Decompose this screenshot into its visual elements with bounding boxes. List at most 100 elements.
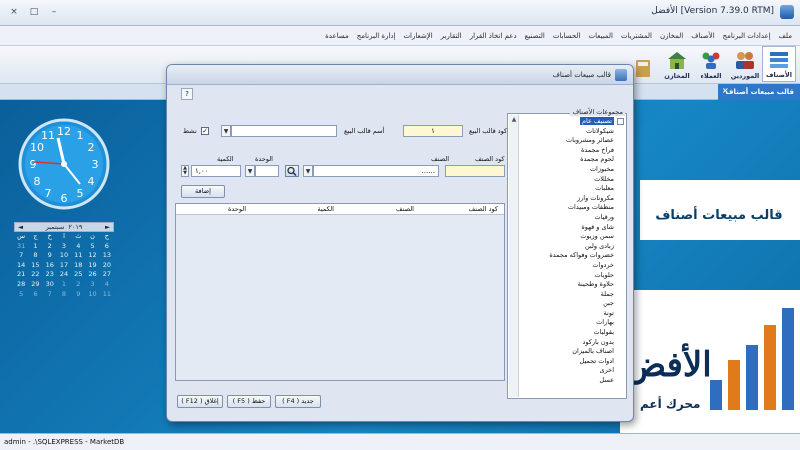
calendar-day[interactable]: 11 <box>100 290 114 300</box>
calendar-day[interactable]: 6 <box>28 290 42 300</box>
calendar-day[interactable]: 19 <box>85 261 99 271</box>
maximize-window-button[interactable]: □ <box>26 5 42 19</box>
calendar-prev-button[interactable]: ◄ <box>18 223 23 231</box>
calendar-day[interactable]: 13 <box>100 251 114 261</box>
calendar-day[interactable]: 9 <box>43 251 57 261</box>
tree-item[interactable]: جملة <box>520 290 624 300</box>
calendar-day[interactable]: 28 <box>14 280 28 290</box>
calendar-day[interactable]: 6 <box>100 242 114 252</box>
tree-item[interactable]: شيكولاتات <box>520 127 624 137</box>
item-groups-tree[interactable]: ▲ − تصنيف عام شيكولاتات عصائر ومشروبات فراخ … <box>507 113 627 399</box>
calendar-day[interactable]: 2 <box>71 280 85 290</box>
calendar-day[interactable]: 29 <box>28 280 42 290</box>
menu-item-7[interactable]: التصنيع <box>521 32 549 40</box>
calendar-day[interactable]: 1 <box>57 280 71 290</box>
unit-field[interactable] <box>255 165 279 177</box>
item-dropdown[interactable]: ▼ <box>303 165 313 177</box>
tree-item[interactable]: سمن وزيوت <box>520 232 624 242</box>
tree-item[interactable]: خردوات <box>520 261 624 271</box>
calendar-day[interactable]: 1 <box>28 242 42 252</box>
tree-item[interactable]: حلاوة وطحينة <box>520 280 624 290</box>
calendar-day[interactable]: 11 <box>71 251 85 261</box>
tree-item[interactable]: معلبات <box>520 184 624 194</box>
menu-item-9[interactable]: التقارير <box>437 32 466 40</box>
calendar-day[interactable]: 22 <box>28 270 42 280</box>
tree-item[interactable]: بهارات <box>520 318 624 328</box>
quantity-spinner[interactable]: ▲ ▼ <box>181 165 189 177</box>
ribbon-stores-button[interactable]: المخازن <box>660 46 694 82</box>
tree-item[interactable]: اصناف بالميزان <box>520 347 624 357</box>
menu-item-8[interactable]: دعم اتخاذ القرار <box>466 32 521 40</box>
ribbon-items-button[interactable]: الأصناف <box>762 46 796 82</box>
close-window-button[interactable]: × <box>6 5 22 19</box>
calendar-day[interactable]: 23 <box>43 270 57 280</box>
tree-item[interactable]: مكرونات وارز <box>520 194 624 204</box>
tree-item[interactable]: زبادى ولبن <box>520 242 624 252</box>
scroll-up-icon[interactable]: ▲ <box>509 115 519 125</box>
menu-item-1[interactable]: إعدادات البرنامج <box>719 32 775 40</box>
calendar-day[interactable]: 24 <box>57 270 71 280</box>
calendar-day[interactable]: 20 <box>100 261 114 271</box>
ribbon-customers-button[interactable]: العملاء <box>694 46 728 82</box>
item-code-field[interactable] <box>445 165 505 177</box>
template-code-field[interactable]: ١ <box>403 125 463 137</box>
calendar-day[interactable]: 12 <box>85 251 99 261</box>
template-name-field[interactable] <box>231 125 337 137</box>
calendar-day[interactable]: 4 <box>100 280 114 290</box>
calendar-day[interactable]: 18 <box>71 261 85 271</box>
close-button[interactable]: إغلاق ( F12 ) <box>177 395 223 408</box>
calendar-day[interactable]: 5 <box>85 242 99 252</box>
tree-item[interactable]: ادوات تجميل <box>520 357 624 367</box>
ribbon-suppliers-button[interactable]: الموردين <box>728 46 762 82</box>
calendar-day[interactable]: 2 <box>43 242 57 252</box>
grid-col-unit[interactable]: الوحدة <box>228 205 246 213</box>
menu-item-3[interactable]: المخازن <box>656 32 687 40</box>
grid-col-item[interactable]: الصنف <box>396 205 414 213</box>
tree-item[interactable]: حلويات <box>520 271 624 281</box>
menu-item-12[interactable]: مساعدة <box>321 32 353 40</box>
calendar-day[interactable]: 7 <box>43 290 57 300</box>
item-search-button[interactable] <box>285 165 299 177</box>
tree-item[interactable]: عسل <box>520 376 624 386</box>
quantity-field[interactable]: ١,٠٠ <box>191 165 241 177</box>
tab-close-icon[interactable]: × <box>722 86 729 95</box>
tree-item[interactable]: لحوم مجمدة <box>520 155 624 165</box>
tree-item[interactable]: بقوليات <box>520 328 624 338</box>
tree-item[interactable]: ورقيات <box>520 213 624 223</box>
calendar-day[interactable]: 30 <box>43 280 57 290</box>
tree-collapse-icon[interactable]: − <box>617 118 624 125</box>
tab-sales-template[interactable]: قالب مبيعات أصناف × <box>718 84 800 100</box>
tree-item[interactable]: شاى و قهوة <box>520 223 624 233</box>
calendar-day[interactable]: 8 <box>57 290 71 300</box>
calendar-day[interactable]: 25 <box>71 270 85 280</box>
tree-item[interactable]: فراخ مجمدة <box>520 146 624 156</box>
template-name-dropdown[interactable]: ▼ <box>221 125 231 137</box>
calendar-day[interactable]: 27 <box>100 270 114 280</box>
menu-item-0[interactable]: ملف <box>775 32 796 40</box>
tree-item[interactable]: تونة <box>520 309 624 319</box>
calendar-day[interactable]: 4 <box>71 242 85 252</box>
calendar-day[interactable]: 9 <box>71 290 85 300</box>
menu-item-5[interactable]: المبيعات <box>584 32 616 40</box>
calendar-day[interactable]: 15 <box>28 261 42 271</box>
new-button[interactable]: جديد ( F4 ) <box>275 395 321 408</box>
minimize-window-button[interactable]: – <box>46 5 62 19</box>
calendar-day[interactable]: 10 <box>57 251 71 261</box>
calendar-day[interactable]: 31 <box>14 242 28 252</box>
grid-col-item-code[interactable]: كود الصنف <box>468 205 498 213</box>
tree-scrollbar[interactable]: ▲ <box>509 115 519 397</box>
tree-item[interactable]: منظفات ومبيدات <box>520 203 624 213</box>
calendar-day[interactable]: 26 <box>85 270 99 280</box>
tree-item[interactable]: خضروات وفواكه مجمدة <box>520 251 624 261</box>
tree-item[interactable]: اخرى <box>520 366 624 376</box>
save-button[interactable]: حفظ ( F5 ) <box>227 395 271 408</box>
tree-item[interactable]: عصائر ومشروبات <box>520 136 624 146</box>
help-icon[interactable]: ? <box>181 88 193 100</box>
menu-item-4[interactable]: المشتريات <box>617 32 656 40</box>
calendar-day[interactable]: 10 <box>85 290 99 300</box>
items-grid[interactable]: كود الصنف الصنف الكمية الوحدة <box>175 203 505 381</box>
menu-item-10[interactable]: الإشعارات <box>399 32 436 40</box>
tree-item[interactable]: − تصنيف عام <box>520 117 624 127</box>
calendar-day[interactable]: 16 <box>43 261 57 271</box>
calendar-day[interactable]: 8 <box>28 251 42 261</box>
